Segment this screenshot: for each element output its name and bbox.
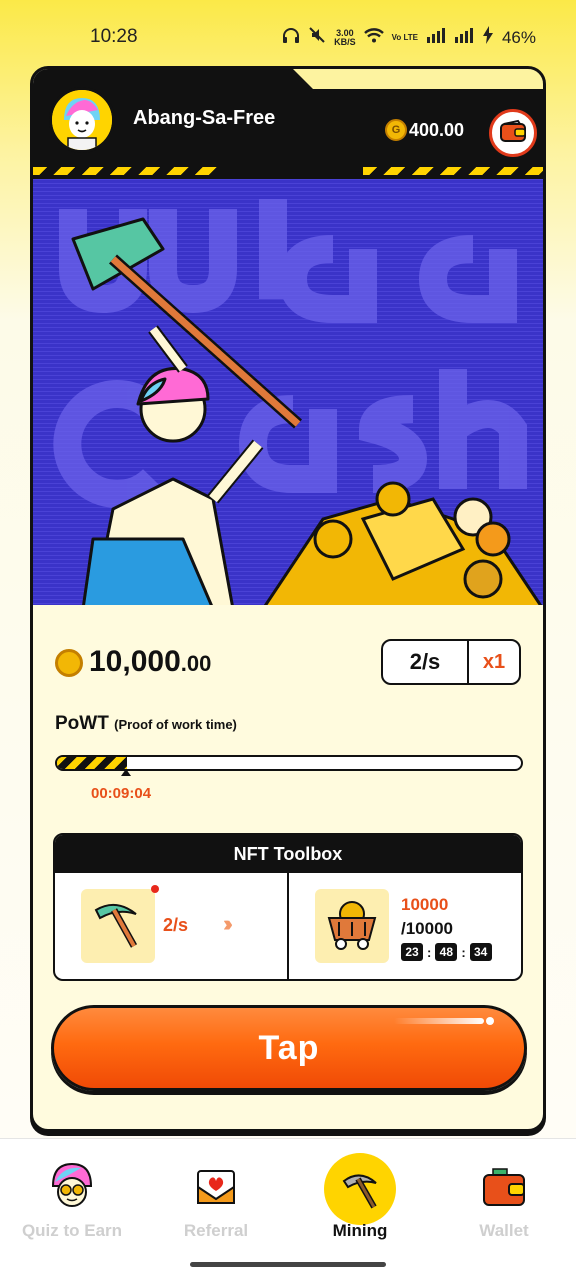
charging-icon — [482, 26, 494, 49]
quiz-avatar-icon — [46, 1161, 98, 1213]
mine-cart-icon — [323, 896, 381, 957]
pickaxe-icon — [90, 896, 146, 957]
refill-countdown: 23 : 48 : 34 — [401, 943, 492, 961]
bottom-nav: Quiz to Earn Referral Mining Wallet — [0, 1138, 576, 1250]
nav-item-referral[interactable]: Referral — [144, 1139, 288, 1250]
mined-amount: 10,000.00 — [89, 645, 212, 678]
wallet-button[interactable] — [489, 109, 537, 157]
system-nav-bar — [0, 1250, 576, 1280]
signal-icon-2 — [454, 27, 474, 48]
powt-title: PoWT (Proof of work time) — [55, 713, 237, 734]
coin-balance: G 400.00 — [385, 119, 464, 141]
status-bar: 10:28 3.00 KB/S Vo LTE 46% — [0, 0, 576, 70]
tap-label: Tap — [258, 1028, 320, 1067]
wallet-icon — [499, 119, 527, 148]
button-shine — [394, 1018, 484, 1024]
hazard-stripe-right — [363, 167, 543, 175]
nft-toolbox: NFT Toolbox 2/s ››› 10000 /10000 23: 48… — [53, 833, 523, 981]
countdown-minutes: 48 — [435, 943, 458, 961]
card-header: Abang-Sa-Free G 400.00 — [33, 69, 543, 181]
mining-rate: 2/s — [383, 641, 469, 683]
avatar[interactable] — [49, 87, 115, 153]
capacity-max: /10000 — [401, 919, 453, 938]
hero-divider — [33, 605, 543, 617]
balance-value: 400.00 — [409, 119, 465, 140]
signal-icon — [426, 27, 446, 48]
mute-icon — [308, 27, 326, 48]
nav-item-wallet[interactable]: Wallet — [432, 1139, 576, 1250]
nav-label-mining: Mining — [332, 1221, 388, 1240]
volte-indicator: Vo LTE — [391, 32, 418, 42]
nav-item-quiz-to-earn[interactable]: Quiz to Earn — [0, 1139, 144, 1250]
status-icons: 3.00 KB/S Vo LTE 46% — [282, 26, 536, 49]
wifi-icon — [363, 27, 384, 48]
toolbox-tool-cell[interactable]: 2/s ››› — [55, 873, 287, 979]
nav-item-mining[interactable]: Mining — [288, 1139, 432, 1250]
button-shine-dot — [486, 1017, 494, 1025]
toolbox-cart-cell[interactable]: 10000 /10000 23 : 48 : 34 — [287, 873, 521, 979]
tool-rate: 2/s — [163, 915, 189, 935]
mining-card: Abang-Sa-Free G 400.00 10,000.00 2/s x1 … — [30, 66, 546, 1132]
chevrons-right-icon: ››› — [223, 911, 233, 936]
wallet-nav-icon — [478, 1161, 530, 1213]
home-indicator[interactable] — [190, 1262, 386, 1267]
nav-label-quiz: Quiz to Earn — [21, 1221, 123, 1240]
coin-icon-large — [55, 649, 83, 677]
powt-subtitle: (Proof of work time) — [114, 717, 237, 732]
notification-dot — [151, 885, 159, 893]
tap-button[interactable]: Tap — [51, 1005, 527, 1091]
coin-icon: G — [385, 119, 407, 141]
powt-progress-fill — [57, 757, 127, 769]
headphones-icon — [282, 27, 300, 48]
mine-cart[interactable] — [315, 889, 389, 963]
username: Abang-Sa-Free — [133, 107, 276, 129]
countdown-hours: 23 — [401, 943, 423, 961]
envelope-heart-icon — [190, 1161, 242, 1213]
nav-label-referral: Referral — [183, 1221, 249, 1240]
pickaxe-tool[interactable] — [81, 889, 155, 963]
hazard-stripe-left — [33, 167, 217, 175]
powt-elapsed: 00:09:04 — [91, 785, 152, 802]
network-speed: 3.00 KB/S — [334, 27, 356, 47]
battery-percent: 46% — [501, 27, 536, 47]
progress-marker — [121, 769, 131, 776]
mining-rate-box: 2/s x1 — [381, 639, 521, 685]
status-time: 10:28 — [90, 26, 138, 47]
capacity-current: 10000 — [401, 895, 449, 914]
rate-multiplier: x1 — [482, 650, 506, 673]
pickaxe-icon — [324, 1153, 396, 1225]
hero-background — [33, 179, 543, 609]
countdown-seconds: 34 — [469, 943, 492, 961]
nav-label-wallet: Wallet — [479, 1221, 529, 1240]
mining-hero-image — [33, 179, 543, 609]
toolbox-title: NFT Toolbox — [55, 835, 521, 873]
